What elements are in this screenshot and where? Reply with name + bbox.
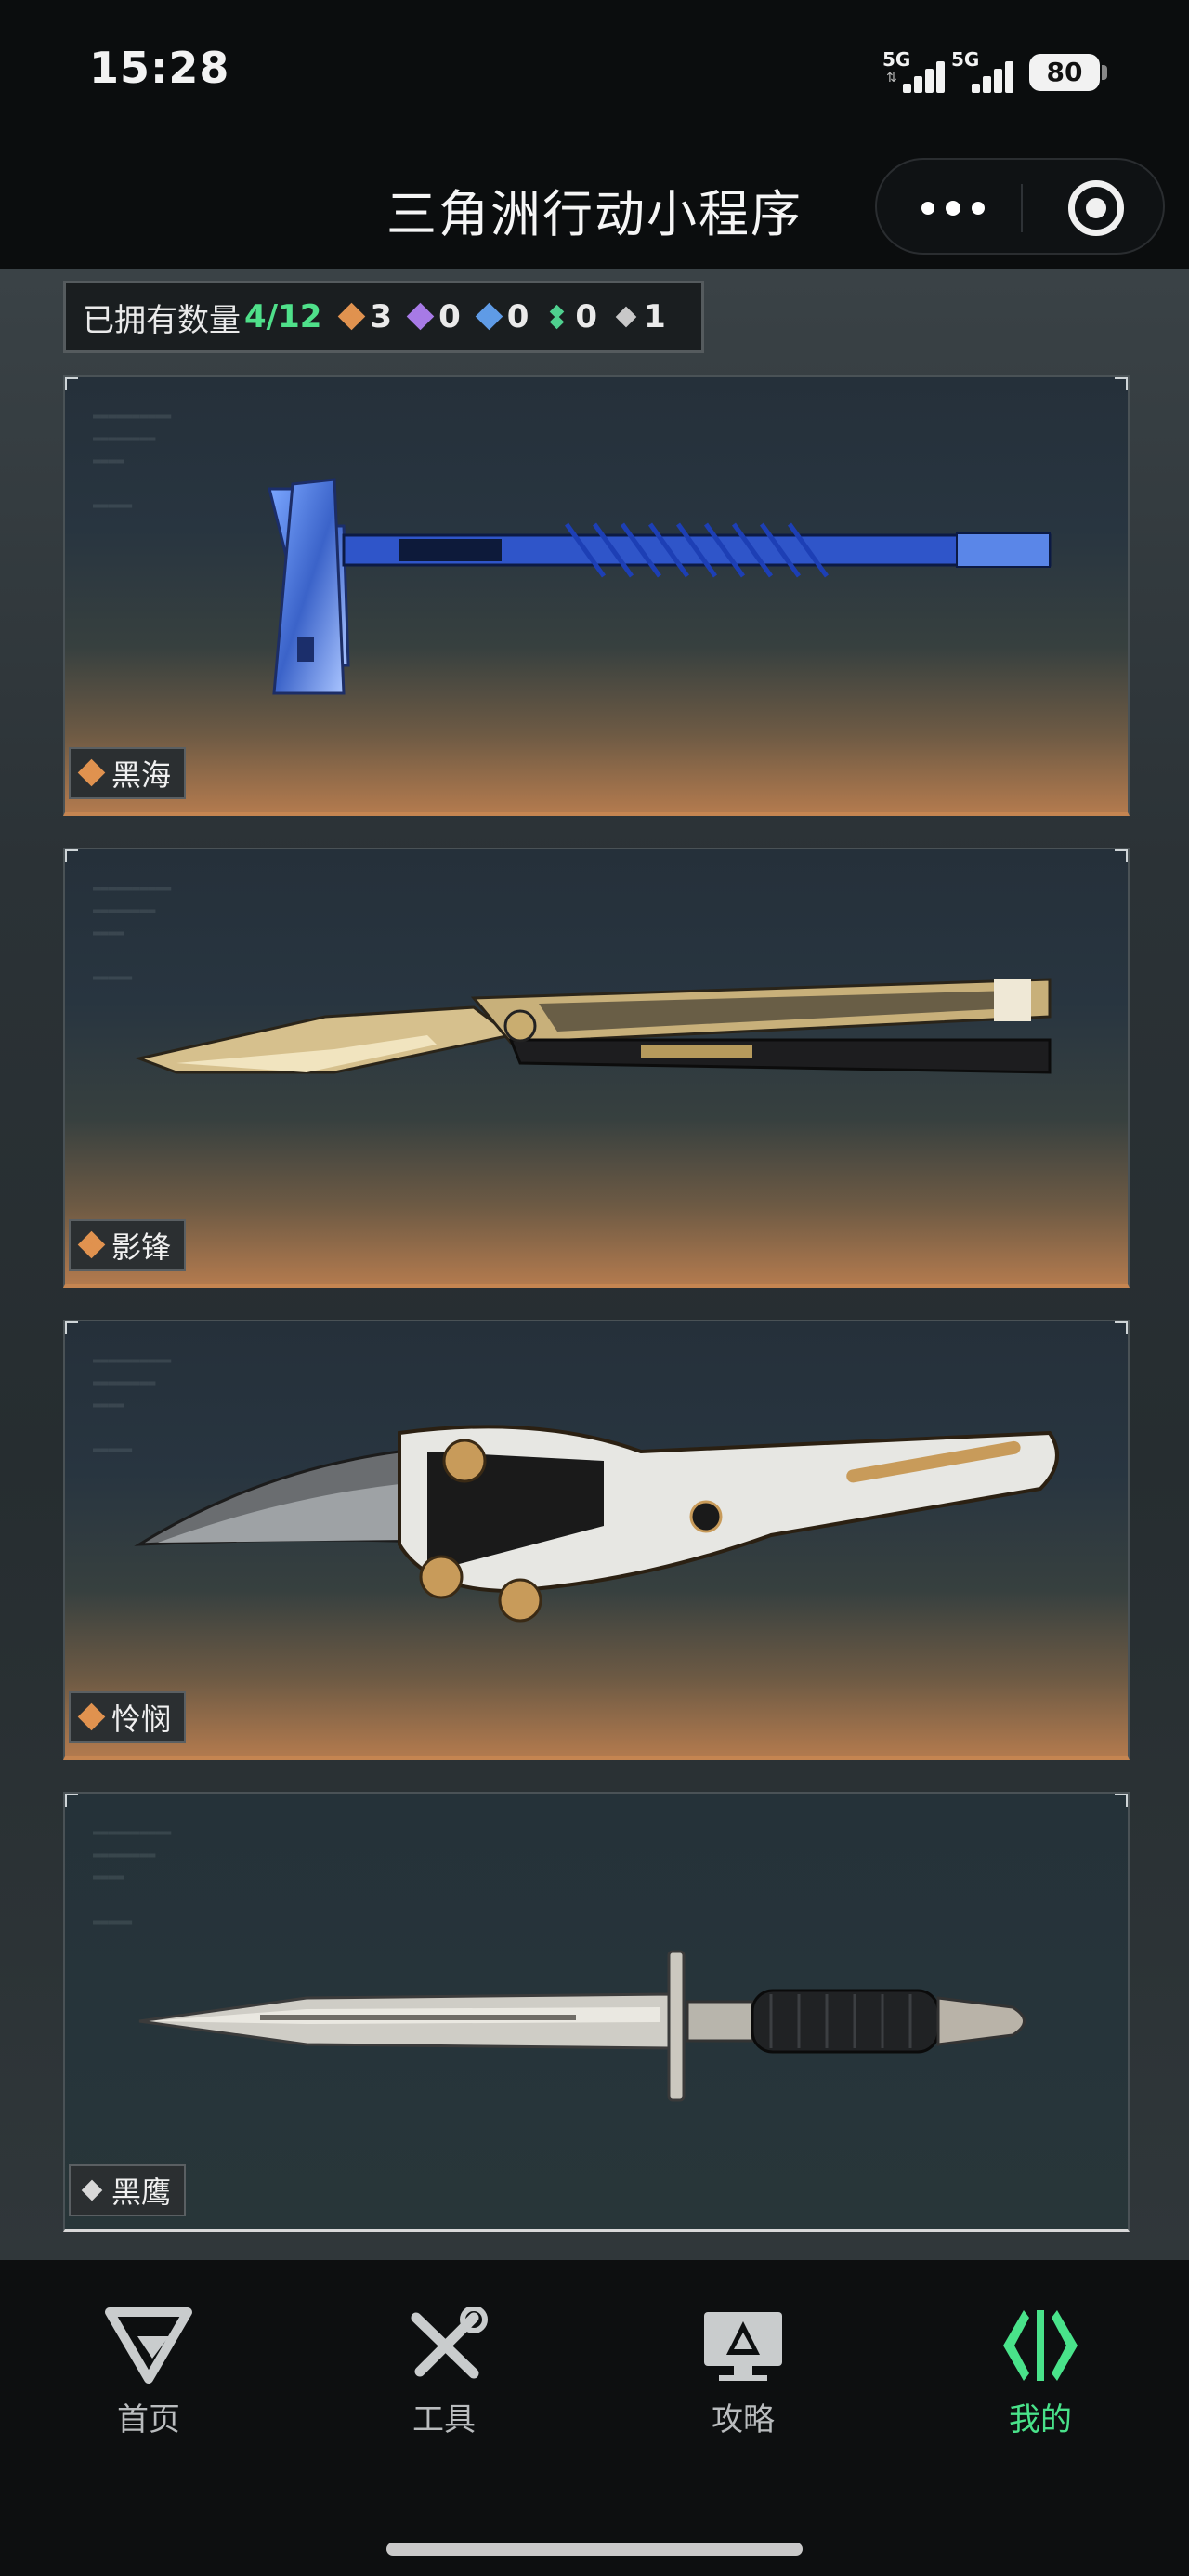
cellular-signal-icon: 5G ⇅ xyxy=(882,48,957,93)
cellular-signal-icon-2: 5G xyxy=(951,48,1026,93)
rarity-grey-count: 1 xyxy=(614,298,666,335)
rarity-green-count: 0 xyxy=(545,298,597,335)
profile-bracket-icon xyxy=(1003,2310,1078,2381)
orange-gem-icon xyxy=(77,1702,106,1731)
mini-program-capsule xyxy=(875,158,1165,255)
corner-bracket xyxy=(1115,377,1128,390)
capsule-divider xyxy=(1021,184,1023,232)
grey-gem-icon xyxy=(614,305,638,329)
owned-label: 已拥有数量 xyxy=(83,301,241,339)
item-card-heiying[interactable]: ▬▬▬▬▬▬▬▬▬▬ ▬▬▬▬▬▬▬▬ ▬▬▬▬ ▬▬▬▬▬ 黑鹰 xyxy=(63,1792,1130,2232)
tab-profile[interactable]: 我的 xyxy=(947,2307,1133,2446)
green-gem-icon xyxy=(545,304,569,330)
item-card-lianmin[interactable]: ▬▬▬▬▬▬▬▬▬▬ ▬▬▬▬▬▬▬▬ ▬▬▬▬ ▬▬▬▬▬ 怜悯 xyxy=(63,1320,1130,1760)
status-bar: 15:28 5G ⇅ 5G 80 xyxy=(0,0,1189,139)
home-indicator xyxy=(386,2543,803,2556)
mini-program-title-bar: 三角洲行动小程序 xyxy=(0,139,1189,269)
tab-label: 攻略 xyxy=(712,2401,775,2438)
tab-guide[interactable]: 攻略 xyxy=(650,2307,836,2446)
corner-bracket xyxy=(1115,1321,1128,1334)
rarity-purple-count: 0 xyxy=(406,298,461,335)
combat-dagger-icon xyxy=(138,1950,1026,2102)
item-name-tag: 怜悯 xyxy=(69,1691,187,1743)
rarity-blue-count: 0 xyxy=(475,298,529,335)
orange-gem-icon xyxy=(77,758,106,787)
item-card-yingfeng[interactable]: ▬▬▬▬▬▬▬▬▬▬ ▬▬▬▬▬▬▬▬ ▬▬▬▬ ▬▬▬▬▬ 影锋 xyxy=(63,848,1130,1288)
item-name: 影锋 xyxy=(111,1229,172,1265)
karambit-folding-knife-icon xyxy=(134,1425,1059,1623)
owned-count: 4/12 xyxy=(244,298,322,335)
butterfly-knife-icon xyxy=(134,978,1052,1074)
status-time: 15:28 xyxy=(89,43,230,93)
item-name: 怜悯 xyxy=(111,1702,172,1737)
item-name-tag: 黑鹰 xyxy=(69,2164,187,2216)
item-name-tag: 影锋 xyxy=(69,1219,187,1271)
delta-logo-icon xyxy=(105,2307,192,2384)
owned-summary-bar: 已拥有数量 4/12 3 0 0 0 1 xyxy=(63,281,704,353)
rarity-orange-count: 3 xyxy=(338,298,392,335)
tab-label: 我的 xyxy=(1009,2401,1072,2438)
battery-icon: 80 xyxy=(1029,54,1100,91)
item-card-heihai[interactable]: ▬▬▬▬▬▬▬▬▬▬ ▬▬▬▬▬▬▬▬ ▬▬▬▬ ▬▬▬▬▬ 黑海 xyxy=(63,375,1130,816)
guide-monitor-icon xyxy=(704,2312,782,2381)
corner-bracket xyxy=(65,1794,78,1807)
corner-bracket xyxy=(65,1321,78,1334)
corner-bracket xyxy=(65,849,78,862)
corner-bracket xyxy=(1115,849,1128,862)
collection-content: 已拥有数量 4/12 3 0 0 0 1 ▬▬▬▬▬▬▬▬▬▬ ▬▬▬▬▬▬▬▬ ▬… xyxy=(0,269,1189,2260)
tab-label: 工具 xyxy=(412,2401,476,2438)
corner-bracket xyxy=(65,377,78,390)
item-name: 黑鹰 xyxy=(111,2175,172,2210)
battery-tip xyxy=(1102,65,1107,80)
orange-gem-icon xyxy=(77,1230,106,1259)
tab-home[interactable]: 首页 xyxy=(56,2307,242,2446)
tomahawk-axe-icon xyxy=(268,478,1052,695)
corner-bracket xyxy=(1115,1794,1128,1807)
tab-tools[interactable]: 工具 xyxy=(351,2307,537,2446)
more-dots-icon[interactable] xyxy=(920,188,986,229)
tab-label: 首页 xyxy=(117,2401,180,2438)
tools-icon xyxy=(411,2307,488,2379)
item-name-tag: 黑海 xyxy=(69,747,187,799)
purple-gem-icon xyxy=(406,302,435,331)
bottom-tab-bar: 首页 工具 攻略 我的 xyxy=(0,2260,1189,2576)
blue-gem-icon xyxy=(475,302,503,331)
item-name: 黑海 xyxy=(111,757,172,793)
close-mini-program-icon[interactable] xyxy=(1068,180,1124,236)
orange-gem-icon xyxy=(338,302,366,331)
grey-gem-icon xyxy=(80,2178,104,2202)
